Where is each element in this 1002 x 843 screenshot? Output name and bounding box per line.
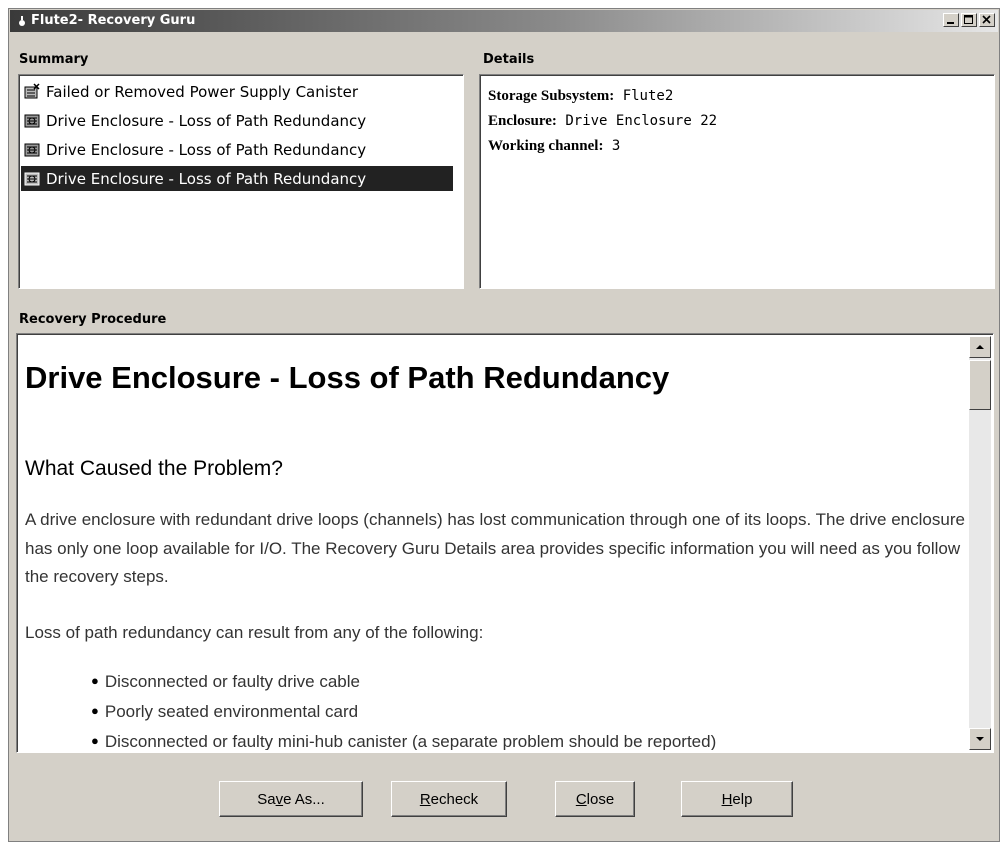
arrow-up-icon (976, 345, 984, 349)
summary-item-power-supply[interactable]: Failed or Removed Power Supply Canister (21, 79, 453, 104)
close-button[interactable] (979, 13, 995, 27)
summary-panel: Summary Failed or Removed Power Supply C… (11, 43, 469, 293)
app-icon (19, 16, 25, 26)
scroll-up-button[interactable] (969, 336, 991, 358)
procedure-paragraph: A drive enclosure with redundant drive l… (25, 510, 965, 586)
save-as-button[interactable]: Save As... (219, 781, 363, 817)
scroll-down-button[interactable] (969, 728, 991, 750)
procedure-bullet: Disconnected or faulty mini-hub canister… (91, 732, 716, 750)
summary-item-label: Drive Enclosure - Loss of Path Redundanc… (46, 169, 367, 188)
procedure-heading: Drive Enclosure - Loss of Path Redundanc… (25, 360, 670, 395)
help-button[interactable]: Help (681, 781, 793, 817)
summary-item-drive-enclosure[interactable]: Drive Enclosure - Loss of Path Redundanc… (21, 108, 453, 133)
arrow-down-icon (976, 737, 984, 741)
drive-enclosure-icon (24, 143, 40, 156)
procedure-bullet: Disconnected or faulty drive cable (91, 672, 360, 692)
minimize-button[interactable] (943, 13, 959, 27)
recovery-procedure-view[interactable]: Drive Enclosure - Loss of Path Redundanc… (16, 333, 994, 753)
details-value: Flute2 (622, 88, 674, 104)
maximize-icon (964, 15, 973, 24)
details-enclosure: Enclosure: Drive Enclosure 22 (488, 113, 717, 130)
scrollbar-thumb[interactable] (969, 360, 991, 410)
details-working-channel: Working channel: 3 (488, 138, 620, 155)
summary-list[interactable]: Failed or Removed Power Supply Canister … (18, 74, 464, 289)
minimize-icon (947, 22, 954, 24)
save-as-label: Save As... (257, 790, 325, 808)
summary-item-label: Drive Enclosure - Loss of Path Redundanc… (46, 140, 367, 159)
close-label: Close (575, 790, 615, 808)
summary-item-drive-enclosure[interactable]: Drive Enclosure - Loss of Path Redundanc… (21, 137, 453, 162)
recovery-procedure-panel: Recovery Procedure Drive Enclosure - Los… (11, 303, 999, 755)
recovery-procedure-label: Recovery Procedure (19, 312, 167, 327)
details-key: Storage Subsystem: (488, 88, 615, 104)
help-label: Help (721, 790, 753, 808)
recheck-label: Recheck (419, 790, 479, 808)
title-bar[interactable]: Flute2- Recovery Guru (10, 10, 998, 32)
details-label: Details (483, 52, 535, 67)
vertical-scrollbar[interactable] (969, 336, 991, 750)
summary-item-drive-enclosure-selected[interactable]: Drive Enclosure - Loss of Path Redundanc… (21, 166, 453, 191)
drive-enclosure-icon (24, 114, 40, 127)
details-key: Working channel: (488, 138, 604, 154)
procedure-content: Drive Enclosure - Loss of Path Redundanc… (19, 336, 965, 750)
details-value: 3 (611, 138, 621, 154)
maximize-button[interactable] (961, 13, 977, 27)
summary-item-label: Failed or Removed Power Supply Canister (46, 82, 359, 101)
close-dialog-button[interactable]: Close (555, 781, 635, 817)
procedure-bullet: Poorly seated environmental card (91, 702, 358, 722)
procedure-paragraph: Loss of path redundancy can result from … (25, 623, 484, 642)
details-storage-subsystem: Storage Subsystem: Flute2 (488, 88, 673, 105)
details-value: Drive Enclosure 22 (565, 113, 718, 129)
recovery-guru-window: Flute2- Recovery Guru Summary Failed or … (8, 8, 1000, 842)
details-panel: Details Storage Subsystem: Flute2 Enclos… (475, 43, 999, 293)
window-title: Flute2- Recovery Guru (31, 13, 196, 28)
details-key: Enclosure: (488, 113, 557, 129)
drive-enclosure-icon (24, 172, 40, 185)
recheck-button[interactable]: Recheck (391, 781, 507, 817)
summary-label: Summary (19, 52, 89, 67)
close-icon (982, 15, 991, 24)
details-area: Storage Subsystem: Flute2 Enclosure: Dri… (479, 74, 995, 289)
power-supply-icon (24, 82, 40, 98)
procedure-subheading: What Caused the Problem? (25, 457, 283, 480)
summary-item-label: Drive Enclosure - Loss of Path Redundanc… (46, 111, 367, 130)
